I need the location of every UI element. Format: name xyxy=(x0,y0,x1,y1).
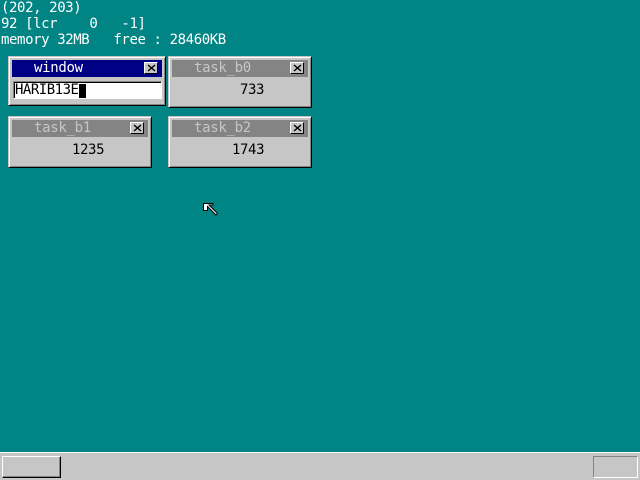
task-b1-titlebar[interactable]: task_b1 xyxy=(12,120,148,137)
system-tray xyxy=(593,456,638,478)
task-b0-titlebar[interactable]: task_b0 xyxy=(172,60,308,77)
close-icon xyxy=(133,124,142,132)
start-button[interactable] xyxy=(2,456,61,478)
task-b2-titlebar[interactable]: task_b2 xyxy=(172,120,308,137)
task-b1-title: task_b1 xyxy=(34,120,91,136)
mouse-pointer-icon xyxy=(203,203,219,216)
text-cursor xyxy=(79,84,86,98)
mouse-coordinates-text: (202, 203) xyxy=(1,0,82,16)
task-b2-counter: 1743 xyxy=(232,142,265,158)
taskbar xyxy=(0,452,640,480)
close-icon xyxy=(147,64,156,72)
task-b2-close-button[interactable] xyxy=(290,122,304,134)
window-window[interactable]: window HARIB13E xyxy=(8,56,166,106)
task-b1-counter: 1235 xyxy=(72,142,105,158)
task-b2-window[interactable]: task_b2 1743 xyxy=(168,116,312,168)
mouse-data-text: 92 [lcr 0 -1] xyxy=(1,16,146,32)
task-b1-close-button[interactable] xyxy=(130,122,144,134)
window-close-button[interactable] xyxy=(144,62,158,74)
task-b1-window[interactable]: task_b1 1235 xyxy=(8,116,152,168)
close-icon xyxy=(293,64,302,72)
task-b2-title: task_b2 xyxy=(194,120,251,136)
window-titlebar[interactable]: window xyxy=(12,60,162,77)
window-text-value: HARIB13E xyxy=(15,82,79,98)
task-b0-window[interactable]: task_b0 733 xyxy=(168,56,312,108)
window-text-input[interactable]: HARIB13E xyxy=(13,81,162,99)
memory-info-text: memory 32MB free : 28460KB xyxy=(1,32,226,48)
window-title: window xyxy=(34,60,83,76)
close-icon xyxy=(293,124,302,132)
task-b0-close-button[interactable] xyxy=(290,62,304,74)
task-b0-counter: 733 xyxy=(240,82,265,98)
task-b0-title: task_b0 xyxy=(194,60,251,76)
desktop[interactable]: (202, 203) 92 [lcr 0 -1] memory 32MB fre… xyxy=(0,0,640,452)
